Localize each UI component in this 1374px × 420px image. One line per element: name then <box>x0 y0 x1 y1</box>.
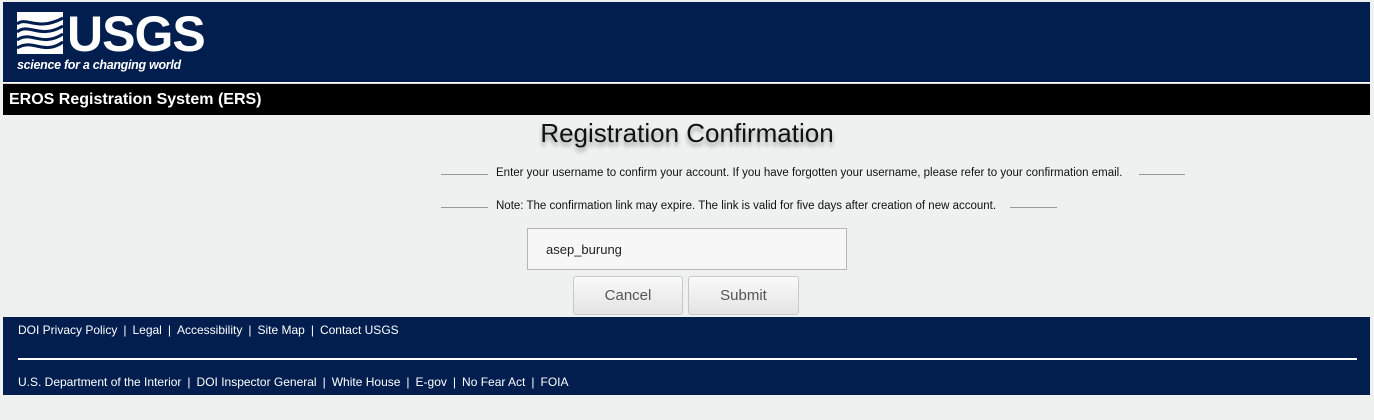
footer-links-row-1: DOI Privacy Policy | Legal | Accessibility | S… <box>18 323 399 337</box>
page-title: Registration Confirmation <box>540 118 834 148</box>
footer-link-no-fear-act[interactable]: No Fear Act <box>462 375 525 389</box>
footer-divider <box>18 358 1357 360</box>
expiry-note-text: Note: The confirmation link may expire. … <box>496 200 997 212</box>
footer-link-egov[interactable]: E-gov <box>416 375 447 389</box>
footer-link-accessibility[interactable]: Accessibility <box>177 323 242 337</box>
separator: | <box>531 375 535 389</box>
separator: | <box>123 323 127 337</box>
usgs-logo-text: USGS <box>67 6 206 62</box>
footer-link-foia[interactable]: FOIA <box>541 375 569 389</box>
note-line: Note: The confirmation link may expire. … <box>441 200 1057 214</box>
submit-button[interactable]: Submit <box>688 276 799 315</box>
usgs-header: USGS science for a changing world <box>3 2 1370 83</box>
footer-link-privacy[interactable]: DOI Privacy Policy <box>18 323 117 337</box>
separator: | <box>452 375 457 389</box>
separator: | <box>322 375 326 389</box>
separator: | <box>248 323 252 337</box>
page-frame: USGS science for a changing world EROS R… <box>3 2 1370 115</box>
footer-link-inspector-general[interactable]: DOI Inspector General <box>197 375 317 389</box>
separator: | <box>167 323 171 337</box>
footer-link-legal[interactable]: Legal <box>132 323 161 337</box>
divider <box>1139 174 1185 175</box>
username-input[interactable] <box>527 228 847 270</box>
footer-link-site-map[interactable]: Site Map <box>257 323 304 337</box>
instruction-line: Enter your username to confirm your acco… <box>441 167 1185 181</box>
footer-link-white-house[interactable]: White House <box>332 375 401 389</box>
instruction-text: Enter your username to confirm your acco… <box>496 167 1123 179</box>
usgs-logo[interactable]: USGS science for a changing world <box>17 6 206 74</box>
footer-link-contact[interactable]: Contact USGS <box>320 323 399 337</box>
separator: | <box>406 375 410 389</box>
separator: | <box>310 323 314 337</box>
divider <box>1010 207 1057 208</box>
footer-links-row-2: U.S. Department of the Interior | DOI Insp… <box>18 375 569 389</box>
separator: | <box>187 375 191 389</box>
usgs-tagline: science for a changing world <box>17 58 181 72</box>
divider <box>441 207 488 208</box>
footer: DOI Privacy Policy | Legal | Accessibility | S… <box>3 317 1370 395</box>
cancel-button[interactable]: Cancel <box>573 276 683 315</box>
system-title-bar: EROS Registration System (ERS) <box>3 83 1370 115</box>
divider <box>441 174 488 175</box>
usgs-wave-icon <box>17 12 63 54</box>
footer-link-doi[interactable]: U.S. Department of the Interior <box>18 375 181 389</box>
